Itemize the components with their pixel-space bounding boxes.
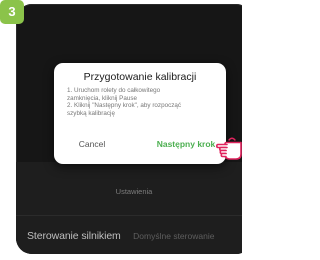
phone-screen: Ustawienia Sterowanie silnikiem Domyślne… [16, 4, 242, 254]
instruction-line: zamknięcia, kliknij Pause [67, 94, 137, 102]
cancel-button[interactable]: Cancel [54, 139, 130, 149]
settings-sheet-title: Ustawienia [115, 187, 153, 196]
motor-control-value: Domyślne sterowanie [133, 231, 215, 241]
calibration-dialog: Przygotowanie kalibracji 1. Uruchom role… [54, 63, 226, 164]
instruction-step-illustration: Ustawienia Sterowanie silnikiem Domyślne… [0, 0, 242, 260]
motor-control-label: Sterowanie silnikiem [27, 230, 121, 242]
instruction-line: 1. Uruchom rolety do całkowitego [67, 87, 161, 94]
step-number-badge: 3 [0, 0, 24, 24]
sheet-divider [16, 215, 242, 216]
motor-control-row[interactable]: Sterowanie silnikiem Domyślne sterowanie [27, 226, 242, 242]
dialog-instructions: 1. Uruchom rolety do całkowitego zamknię… [67, 87, 216, 117]
next-step-button[interactable]: Następny krok [146, 139, 226, 149]
hand-pointer-icon [216, 137, 242, 160]
dialog-actions: Cancel Następny krok [54, 139, 226, 155]
dialog-title: Przygotowanie kalibracji [83, 71, 197, 83]
instruction-line: 2. Kliknij "Następny krok", aby rozpoczą… [67, 102, 182, 110]
instruction-line: szybką kalibrację [67, 109, 115, 117]
settings-bottom-sheet: Ustawienia Sterowanie silnikiem Domyślne… [16, 162, 242, 254]
